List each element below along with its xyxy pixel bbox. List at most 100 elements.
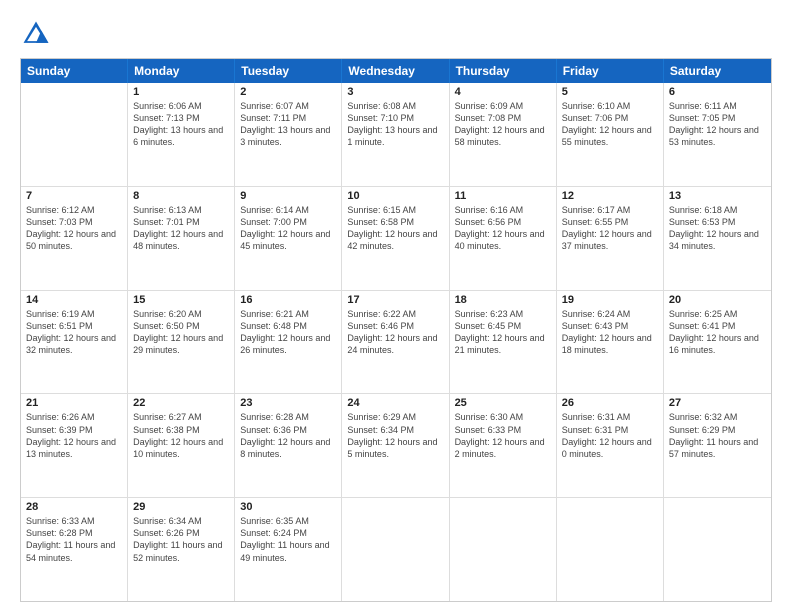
- day-number: 27: [669, 397, 766, 409]
- day-info: Sunrise: 6:16 AM Sunset: 6:56 PM Dayligh…: [455, 204, 551, 253]
- day-number: 26: [562, 397, 658, 409]
- day-number: 11: [455, 190, 551, 202]
- week-row-4: 21Sunrise: 6:26 AM Sunset: 6:39 PM Dayli…: [21, 393, 771, 497]
- weekday-header-thursday: Thursday: [450, 59, 557, 83]
- empty-cell: [664, 498, 771, 601]
- day-info: Sunrise: 6:19 AM Sunset: 6:51 PM Dayligh…: [26, 308, 122, 357]
- day-number: 6: [669, 86, 766, 98]
- day-number: 19: [562, 294, 658, 306]
- day-number: 3: [347, 86, 443, 98]
- day-cell-11: 11 Sunrise: 6:16 AM Sunset: 6:56 PM Dayli…: [450, 187, 557, 290]
- day-number: 16: [240, 294, 336, 306]
- day-number: 12: [562, 190, 658, 202]
- day-cell-5: 5 Sunrise: 6:10 AM Sunset: 7:06 PM Daylig…: [557, 83, 664, 186]
- week-row-2: 7 Sunrise: 6:12 AM Sunset: 7:03 PM Daylig…: [21, 186, 771, 290]
- weekday-header-friday: Friday: [557, 59, 664, 83]
- day-cell-22: 22 Sunrise: 6:27 AM Sunset: 6:38 PM Dayli…: [128, 394, 235, 497]
- day-number: 20: [669, 294, 766, 306]
- empty-cell: [450, 498, 557, 601]
- day-cell-19: 19 Sunrise: 6:24 AM Sunset: 6:43 PM Dayli…: [557, 291, 664, 394]
- day-info: Sunrise: 6:21 AM Sunset: 6:48 PM Dayligh…: [240, 308, 336, 357]
- day-cell-17: 17 Sunrise: 6:22 AM Sunset: 6:46 PM Dayli…: [342, 291, 449, 394]
- day-cell-12: 12Sunrise: 6:17 AM Sunset: 6:55 PM Dayli…: [557, 187, 664, 290]
- day-number: 5: [562, 86, 658, 98]
- day-info: Sunrise: 6:12 AM Sunset: 7:03 PM Dayligh…: [26, 204, 122, 253]
- day-cell-6: 6 Sunrise: 6:11 AM Sunset: 7:05 PM Daylig…: [664, 83, 771, 186]
- day-cell-29: 29Sunrise: 6:34 AM Sunset: 6:26 PM Dayli…: [128, 498, 235, 601]
- day-cell-4: 4Sunrise: 6:09 AM Sunset: 7:08 PM Daylig…: [450, 83, 557, 186]
- day-info: Sunrise: 6:22 AM Sunset: 6:46 PM Dayligh…: [347, 308, 443, 357]
- day-number: 29: [133, 501, 229, 513]
- day-cell-16: 16 Sunrise: 6:21 AM Sunset: 6:48 PM Dayli…: [235, 291, 342, 394]
- day-info: Sunrise: 6:27 AM Sunset: 6:38 PM Dayligh…: [133, 411, 229, 460]
- day-cell-21: 21Sunrise: 6:26 AM Sunset: 6:39 PM Dayli…: [21, 394, 128, 497]
- day-cell-2: 2 Sunrise: 6:07 AM Sunset: 7:11 PM Daylig…: [235, 83, 342, 186]
- day-cell-20: 20 Sunrise: 6:25 AM Sunset: 6:41 PM Dayli…: [664, 291, 771, 394]
- day-cell-15: 15Sunrise: 6:20 AM Sunset: 6:50 PM Dayli…: [128, 291, 235, 394]
- day-info: Sunrise: 6:26 AM Sunset: 6:39 PM Dayligh…: [26, 411, 122, 460]
- day-number: 14: [26, 294, 122, 306]
- day-cell-3: 3 Sunrise: 6:08 AM Sunset: 7:10 PM Daylig…: [342, 83, 449, 186]
- day-number: 24: [347, 397, 443, 409]
- empty-cell: [342, 498, 449, 601]
- day-cell-25: 25 Sunrise: 6:30 AM Sunset: 6:33 PM Dayli…: [450, 394, 557, 497]
- day-info: Sunrise: 6:09 AM Sunset: 7:08 PM Dayligh…: [455, 100, 551, 149]
- calendar-header: SundayMondayTuesdayWednesdayThursdayFrid…: [21, 59, 771, 83]
- day-cell-24: 24 Sunrise: 6:29 AM Sunset: 6:34 PM Dayli…: [342, 394, 449, 497]
- day-cell-23: 23Sunrise: 6:28 AM Sunset: 6:36 PM Dayli…: [235, 394, 342, 497]
- weekday-header-sunday: Sunday: [21, 59, 128, 83]
- day-info: Sunrise: 6:13 AM Sunset: 7:01 PM Dayligh…: [133, 204, 229, 253]
- day-number: 22: [133, 397, 229, 409]
- day-number: 9: [240, 190, 336, 202]
- day-info: Sunrise: 6:23 AM Sunset: 6:45 PM Dayligh…: [455, 308, 551, 357]
- day-number: 1: [133, 86, 229, 98]
- day-cell-30: 30 Sunrise: 6:35 AM Sunset: 6:24 PM Dayli…: [235, 498, 342, 601]
- day-number: 7: [26, 190, 122, 202]
- day-info: Sunrise: 6:07 AM Sunset: 7:11 PM Dayligh…: [240, 100, 336, 149]
- day-number: 28: [26, 501, 122, 513]
- day-info: Sunrise: 6:10 AM Sunset: 7:06 PM Dayligh…: [562, 100, 658, 149]
- day-number: 25: [455, 397, 551, 409]
- day-info: Sunrise: 6:24 AM Sunset: 6:43 PM Dayligh…: [562, 308, 658, 357]
- day-number: 17: [347, 294, 443, 306]
- day-number: 13: [669, 190, 766, 202]
- day-info: Sunrise: 6:33 AM Sunset: 6:28 PM Dayligh…: [26, 515, 122, 564]
- day-info: Sunrise: 6:28 AM Sunset: 6:36 PM Dayligh…: [240, 411, 336, 460]
- day-info: Sunrise: 6:31 AM Sunset: 6:31 PM Dayligh…: [562, 411, 658, 460]
- empty-cell: [557, 498, 664, 601]
- day-info: Sunrise: 6:25 AM Sunset: 6:41 PM Dayligh…: [669, 308, 766, 357]
- day-cell-14: 14 Sunrise: 6:19 AM Sunset: 6:51 PM Dayli…: [21, 291, 128, 394]
- weekday-header-wednesday: Wednesday: [342, 59, 449, 83]
- calendar: SundayMondayTuesdayWednesdayThursdayFrid…: [20, 58, 772, 602]
- day-info: Sunrise: 6:30 AM Sunset: 6:33 PM Dayligh…: [455, 411, 551, 460]
- day-info: Sunrise: 6:35 AM Sunset: 6:24 PM Dayligh…: [240, 515, 336, 564]
- day-number: 2: [240, 86, 336, 98]
- day-number: 18: [455, 294, 551, 306]
- day-info: Sunrise: 6:11 AM Sunset: 7:05 PM Dayligh…: [669, 100, 766, 149]
- week-row-3: 14 Sunrise: 6:19 AM Sunset: 6:51 PM Dayli…: [21, 290, 771, 394]
- day-info: Sunrise: 6:18 AM Sunset: 6:53 PM Dayligh…: [669, 204, 766, 253]
- header: [20, 18, 772, 50]
- day-cell-7: 7 Sunrise: 6:12 AM Sunset: 7:03 PM Daylig…: [21, 187, 128, 290]
- day-cell-1: 1Sunrise: 6:06 AM Sunset: 7:13 PM Daylig…: [128, 83, 235, 186]
- page: SundayMondayTuesdayWednesdayThursdayFrid…: [0, 0, 792, 612]
- day-cell-27: 27Sunrise: 6:32 AM Sunset: 6:29 PM Dayli…: [664, 394, 771, 497]
- empty-cell: [21, 83, 128, 186]
- day-info: Sunrise: 6:08 AM Sunset: 7:10 PM Dayligh…: [347, 100, 443, 149]
- day-number: 30: [240, 501, 336, 513]
- day-number: 8: [133, 190, 229, 202]
- day-cell-10: 10Sunrise: 6:15 AM Sunset: 6:58 PM Dayli…: [342, 187, 449, 290]
- day-cell-28: 28 Sunrise: 6:33 AM Sunset: 6:28 PM Dayli…: [21, 498, 128, 601]
- day-cell-18: 18 Sunrise: 6:23 AM Sunset: 6:45 PM Dayli…: [450, 291, 557, 394]
- weekday-header-saturday: Saturday: [664, 59, 771, 83]
- week-row-1: 1Sunrise: 6:06 AM Sunset: 7:13 PM Daylig…: [21, 83, 771, 186]
- day-cell-8: 8 Sunrise: 6:13 AM Sunset: 7:01 PM Daylig…: [128, 187, 235, 290]
- day-info: Sunrise: 6:29 AM Sunset: 6:34 PM Dayligh…: [347, 411, 443, 460]
- day-number: 10: [347, 190, 443, 202]
- day-cell-9: 9Sunrise: 6:14 AM Sunset: 7:00 PM Daylig…: [235, 187, 342, 290]
- weekday-header-tuesday: Tuesday: [235, 59, 342, 83]
- calendar-body: 1Sunrise: 6:06 AM Sunset: 7:13 PM Daylig…: [21, 83, 771, 601]
- weekday-header-monday: Monday: [128, 59, 235, 83]
- day-number: 15: [133, 294, 229, 306]
- week-row-5: 28 Sunrise: 6:33 AM Sunset: 6:28 PM Dayli…: [21, 497, 771, 601]
